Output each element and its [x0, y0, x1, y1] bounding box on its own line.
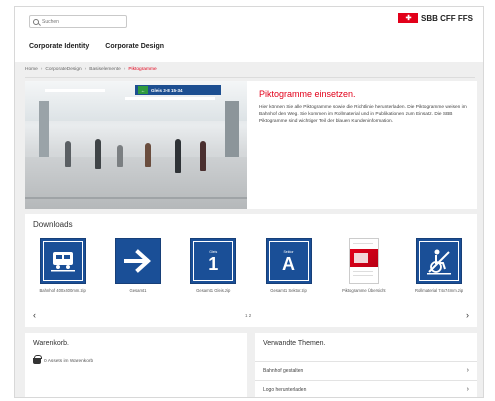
main-nav: Corporate Identity Corporate Design [29, 43, 164, 50]
hero-panel: ← Gleis 3-8 15-34 Piktogramme einsetzen.… [25, 81, 477, 209]
divider [25, 77, 475, 78]
breadcrumb-home[interactable]: Home [25, 67, 38, 72]
related-item-label: Bahnhof gestalten [263, 367, 304, 374]
sbb-logo[interactable]: ✚ SBB CFF FFS [398, 13, 473, 23]
download-tile[interactable]: Gleis 1 Gesamt1 Gleis.zip [176, 238, 251, 293]
search-icon [33, 18, 39, 25]
platform-number-pictogram-icon[interactable]: Gleis 1 [190, 238, 237, 284]
carousel-prev-chevron-icon[interactable]: ‹ [33, 310, 36, 320]
breadcrumb-corporatedesign[interactable]: CorporateDesign [45, 67, 81, 72]
logo-flag-icon: ✚ [398, 13, 418, 23]
sign-arrow-icon: ← [138, 86, 148, 94]
download-tile[interactable]: Sektor A Gesamt1 Sektor.zip [251, 238, 326, 293]
download-tile[interactable]: Piktogramme Übersicht [326, 238, 401, 293]
breadcrumb-piktogramme: Piktogramme [128, 67, 157, 72]
page-frame: ✚ SBB CFF FFS Corporate Identity Corpora… [14, 6, 484, 398]
nav-corporate-design[interactable]: Corporate Design [105, 43, 164, 50]
download-tile-label[interactable]: Gesamt1 Gleis.zip [196, 288, 230, 293]
search-box[interactable] [29, 15, 127, 28]
search-input[interactable] [42, 18, 122, 25]
related-topics-panel: Verwandte Themen. Bahnhof gestalten › Lo… [255, 333, 477, 397]
cart-status-text: 0 Assets im Warenkorb [44, 358, 94, 364]
sector-pictogram-icon[interactable]: Sektor A [265, 238, 312, 284]
related-item-label: Logo herunterladen [263, 386, 307, 393]
breadcrumb-chevron-icon: › [123, 67, 126, 72]
cart-panel: Warenkorb. 0 Assets im Warenkorb [25, 333, 247, 397]
download-tile-label[interactable]: Bahnhof 400x400mm.zip [39, 288, 85, 293]
station-hall-image: ← Gleis 3-8 15-34 [25, 81, 247, 209]
downloads-carousel: Bahnhof 400x400mm.zip Gesamt1 Gleis 1 Ge… [25, 238, 477, 293]
pictogram-small-label: Gleis [209, 249, 218, 254]
pictogram-big-label: 1 [208, 253, 219, 274]
pictogram-small-label: Sektor [283, 249, 294, 254]
hero-title: Piktogramme einsetzen. [259, 89, 356, 99]
arrow-right-pictogram-icon[interactable] [114, 238, 161, 284]
chevron-right-icon: › [466, 386, 469, 393]
platform-sign: ← Gleis 3-8 15-34 [135, 85, 221, 95]
content-area: Home › CorporateDesign › Basiselemente ›… [15, 62, 483, 397]
header: ✚ SBB CFF FFS Corporate Identity Corpora… [15, 7, 483, 62]
hero-text: Piktogramme einsetzen. Hier können Sie a… [259, 89, 471, 126]
brochure-thumbnail[interactable] [348, 238, 379, 284]
cart-title: Warenkorb. [33, 340, 69, 347]
train-pictogram-icon[interactable] [39, 238, 86, 284]
logo-text: SBB CFF FFS [421, 13, 473, 23]
breadcrumb-basiselemente[interactable]: Basiselemente [89, 67, 120, 72]
chevron-right-icon: › [466, 367, 469, 374]
carousel-pager[interactable]: 1 2 [245, 313, 251, 318]
downloads-panel: Downloads Bahnhof 400x400mm.zip Gesamt1 … [25, 214, 477, 327]
related-item-logo-herunterladen[interactable]: Logo herunterladen › [255, 380, 477, 397]
download-tile-label[interactable]: Rollmaterial 74x74mm.zip [415, 288, 463, 293]
wheelchair-pictogram-icon[interactable] [416, 238, 463, 284]
related-title: Verwandte Themen. [263, 340, 326, 347]
breadcrumb: Home › CorporateDesign › Basiselemente ›… [25, 67, 157, 72]
cart-status[interactable]: 0 Assets im Warenkorb [33, 355, 94, 364]
breadcrumb-chevron-icon: › [84, 67, 87, 72]
download-tile-label[interactable]: Piktogramme Übersicht [342, 288, 386, 293]
download-tile-label[interactable]: Gesamt1 Sektor.zip [270, 288, 307, 293]
downloads-title: Downloads [33, 220, 73, 229]
pictogram-big-label: A [282, 253, 296, 274]
download-tile[interactable]: Bahnhof 400x400mm.zip [25, 238, 100, 293]
breadcrumb-chevron-icon: › [40, 67, 43, 72]
hero-body: Hier können Sie alle Piktogramme sowie d… [259, 105, 467, 124]
related-item-bahnhof-gestalten[interactable]: Bahnhof gestalten › [255, 361, 477, 379]
download-tile[interactable]: Gesamt1 [100, 238, 175, 293]
basket-icon [33, 355, 42, 364]
download-tile-label[interactable]: Gesamt1 [129, 288, 146, 293]
nav-corporate-identity[interactable]: Corporate Identity [29, 43, 89, 50]
carousel-next-chevron-icon[interactable]: › [466, 310, 469, 320]
download-tile[interactable]: Rollmaterial 74x74mm.zip [401, 238, 476, 293]
platform-sign-text: Gleis 3-8 15-34 [151, 87, 183, 93]
